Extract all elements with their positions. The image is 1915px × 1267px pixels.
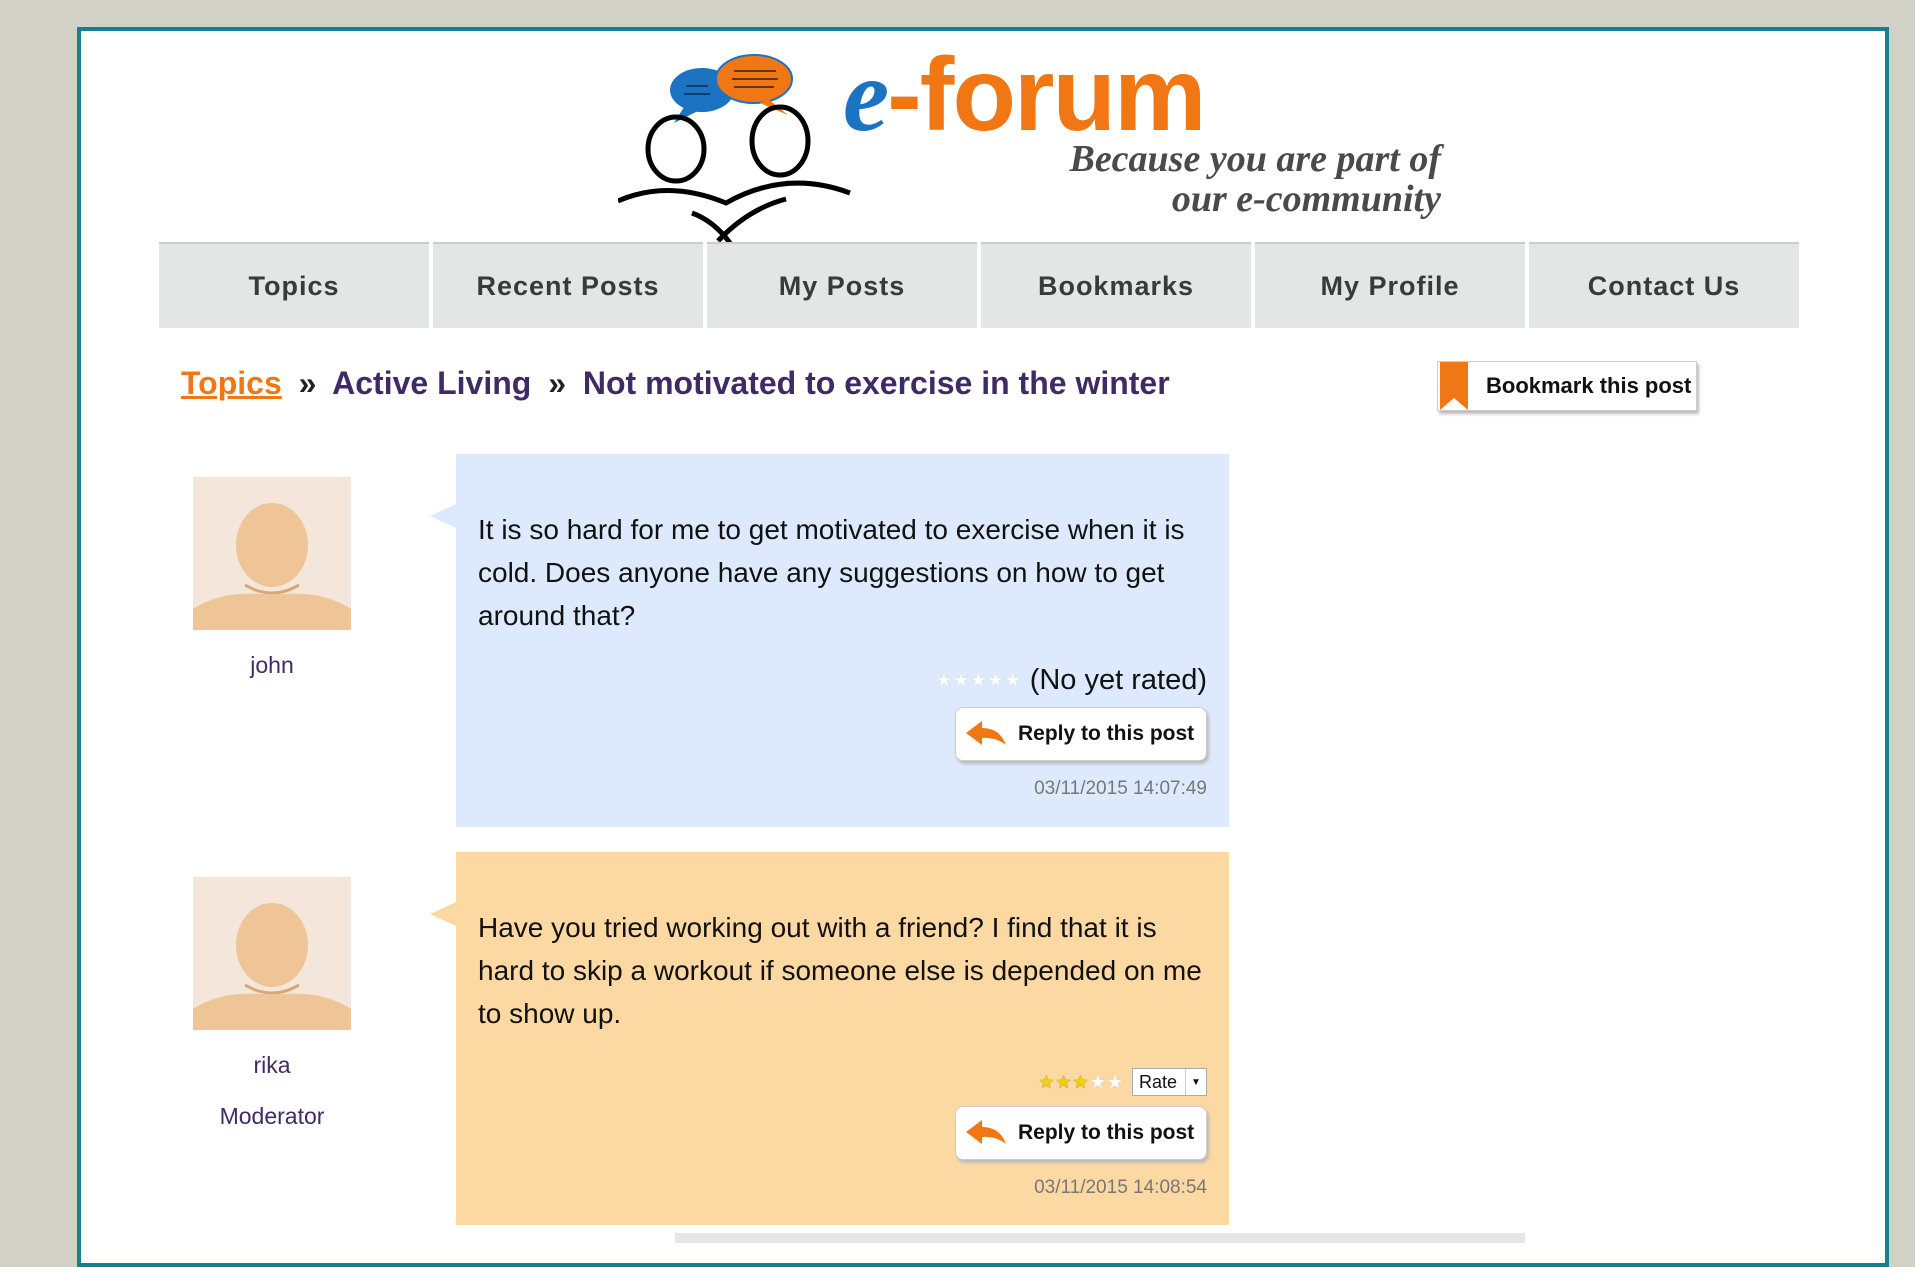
breadcrumb-topics-link[interactable]: Topics — [181, 365, 282, 401]
rating-stars[interactable]: ★★★★★ — [1038, 1072, 1124, 1093]
rating-stars[interactable]: ★★★★★ — [936, 670, 1022, 691]
author-name[interactable]: john — [193, 652, 351, 679]
star-icon[interactable]: ★ — [936, 670, 953, 690]
reply-button[interactable]: Reply to this post — [955, 1106, 1207, 1160]
author-name[interactable]: rika — [193, 1052, 351, 1079]
chevron-down-icon: ▼ — [1185, 1069, 1206, 1095]
tagline-line-1: Because you are part of — [1069, 138, 1441, 180]
bookmark-label: Bookmark this post — [1486, 373, 1692, 398]
logo-tagline: Because you are part of our e-community — [961, 139, 1441, 219]
rate-dropdown[interactable]: Rate ▼ — [1131, 1068, 1207, 1096]
breadcrumb-separator: » — [298, 365, 317, 401]
breadcrumb: Topics » Active Living » Not motivated t… — [181, 365, 1170, 402]
rating-status: (No yet rated) — [1029, 664, 1207, 696]
nav-my-posts[interactable]: My Posts — [707, 242, 977, 328]
star-icon[interactable]: ★ — [1038, 1072, 1055, 1092]
reply-button[interactable]: Reply to this post — [955, 707, 1207, 761]
reply-arrow-icon — [966, 1120, 1006, 1144]
breadcrumb-post-title: Not motivated to exercise in the winter — [582, 365, 1170, 401]
post-text: Have you tried working out with a friend… — [478, 912, 1202, 1029]
nav-topics[interactable]: Topics — [159, 242, 429, 328]
bookmark-post-button[interactable]: Bookmark this post — [1437, 361, 1697, 411]
rating-row: ★★★★★ Rate ▼ — [1038, 1068, 1207, 1096]
main-nav: Topics Recent Posts My Posts Bookmarks M… — [159, 242, 1799, 328]
star-icon[interactable]: ★ — [1055, 1072, 1072, 1092]
star-icon[interactable]: ★ — [953, 670, 970, 690]
page-frame: e-forum Because you are part of our e-co… — [77, 27, 1889, 1267]
post-timestamp: 03/11/2015 14:07:49 — [1034, 778, 1207, 799]
post-author-john: john — [193, 477, 351, 679]
bubble-tail — [430, 504, 456, 528]
logo-e: e — [843, 38, 889, 153]
rating-row: ★★★★★ (No yet rated) — [936, 664, 1207, 697]
breadcrumb-separator: » — [548, 365, 566, 401]
avatar — [193, 877, 351, 1030]
reply-label: Reply to this post — [1018, 1121, 1195, 1144]
bubble-tail — [430, 902, 456, 926]
reply-arrow-icon — [966, 721, 1006, 745]
rate-dropdown-label: Rate — [1138, 1071, 1177, 1092]
post-bubble: It is so hard for me to get motivated to… — [430, 454, 1229, 827]
nav-contact-us[interactable]: Contact Us — [1529, 242, 1799, 328]
reply-label: Reply to this post — [1018, 722, 1195, 745]
nav-my-profile[interactable]: My Profile — [1255, 242, 1525, 328]
star-icon[interactable]: ★ — [1005, 670, 1022, 690]
star-icon[interactable]: ★ — [1107, 1072, 1124, 1092]
star-icon[interactable]: ★ — [1073, 1072, 1090, 1092]
nav-bookmarks[interactable]: Bookmarks — [981, 242, 1251, 328]
logo-wordmark: e-forum — [843, 43, 1206, 148]
star-icon[interactable]: ★ — [987, 670, 1004, 690]
next-post-edge — [675, 1233, 1525, 1243]
tagline-line-2: our e-community — [1171, 178, 1441, 220]
nav-recent-posts[interactable]: Recent Posts — [433, 242, 703, 328]
post-text: It is so hard for me to get motivated to… — [478, 514, 1185, 631]
post-author-rika: rika Moderator — [193, 877, 351, 1130]
post-timestamp: 03/11/2015 14:08:54 — [1034, 1177, 1207, 1198]
star-icon[interactable]: ★ — [970, 670, 987, 690]
breadcrumb-category: Active Living — [332, 365, 532, 401]
star-icon[interactable]: ★ — [1090, 1072, 1107, 1092]
avatar — [193, 477, 351, 630]
bookmark-icon — [1440, 362, 1468, 410]
post-bubble: Have you tried working out with a friend… — [430, 852, 1229, 1225]
author-role: Moderator — [219, 1103, 325, 1129]
logo-forum: -forum — [887, 37, 1206, 153]
